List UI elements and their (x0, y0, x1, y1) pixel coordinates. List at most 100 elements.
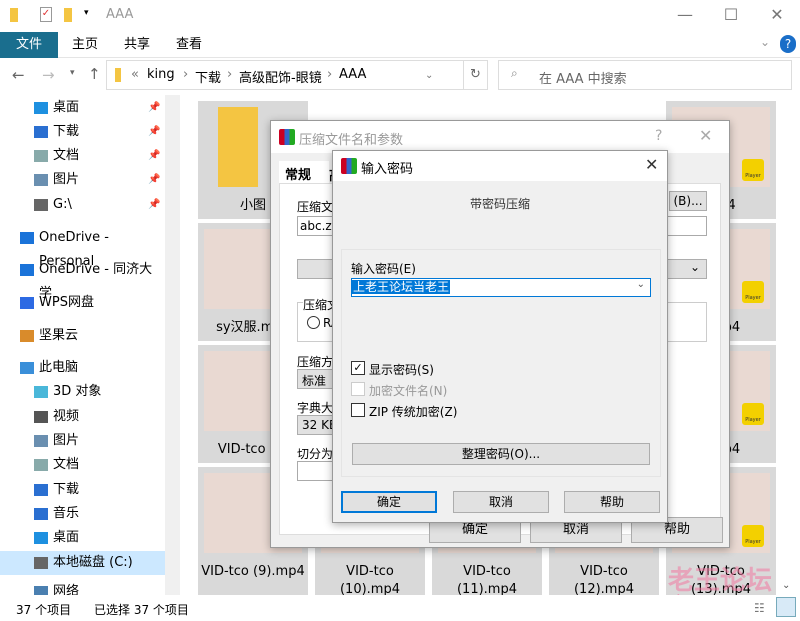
tab-general[interactable]: 常规 (279, 161, 329, 185)
nav-item[interactable]: 桌面 (0, 526, 165, 550)
pin-icon[interactable]: 📌 (148, 120, 160, 144)
breadcrumb-separator: › (227, 67, 233, 82)
desktop-icon (34, 532, 48, 544)
address-bar[interactable]: « king › 下载 › 高级配饰-眼镜 › AAA ⌄ ↻ (106, 60, 488, 90)
password-input[interactable]: 上老王论坛当老王 ⌄ (351, 278, 651, 297)
nav-item-label: 下载 (53, 482, 80, 497)
nav-item[interactable]: 文档 📌 (0, 144, 165, 168)
close-icon[interactable]: ✕ (645, 155, 658, 174)
address-overflow[interactable]: « (131, 67, 139, 82)
recent-dropdown-icon[interactable]: ▾ (70, 68, 75, 78)
file-name: VID-tco (10).mp4 (339, 564, 400, 595)
show-password-checkbox[interactable]: ✓ (351, 361, 365, 375)
nav-item-label: 此电脑 (39, 360, 79, 375)
ok-button[interactable]: 确定 (341, 491, 437, 513)
organize-passwords-button[interactable]: 整理密码(O)... (352, 443, 650, 465)
nav-item[interactable]: OneDrive - 同济大学 (0, 258, 165, 301)
new-folder-icon[interactable] (64, 8, 72, 22)
nav-item[interactable]: WPS网盘 (0, 291, 165, 315)
nav-item[interactable]: 坚果云 (0, 324, 165, 348)
file-name: VID-tco (9).mp4 (201, 564, 305, 579)
breadcrumb-king[interactable]: king (147, 67, 175, 82)
nav-item[interactable]: 3D 对象 (0, 380, 165, 404)
breadcrumb-downloads[interactable]: 下载 (195, 67, 221, 86)
up-button[interactable]: ↑ (88, 65, 101, 83)
picture-icon (34, 174, 48, 186)
nav-item[interactable]: 网络 (0, 580, 165, 595)
encrypt-filenames-label: 加密文件名(N) (369, 384, 448, 398)
pin-icon[interactable]: 📌 (148, 96, 160, 120)
nav-item[interactable]: 视频 (0, 405, 165, 429)
nav-item[interactable]: 图片 📌 (0, 168, 165, 192)
back-button[interactable]: ← (12, 66, 25, 84)
details-view-button[interactable]: ☷ (754, 601, 765, 615)
help-icon[interactable]: ? (780, 35, 796, 53)
tab-share[interactable]: 共享 (110, 32, 164, 58)
content-scroll-down[interactable]: ⌄ (782, 580, 790, 591)
quick-access-dropdown-icon[interactable]: ▾ (84, 8, 89, 18)
folder-icon (218, 107, 258, 187)
cancel-button[interactable]: 取消 (453, 491, 549, 513)
nav-item-label: 网络 (53, 584, 80, 595)
pin-icon[interactable]: 📌 (148, 144, 160, 168)
show-password-label: 显示密码(S) (369, 363, 434, 377)
nav-item[interactable]: 桌面 📌 (0, 96, 165, 120)
properties-icon[interactable]: ✓ (40, 7, 52, 22)
dialog-close-button[interactable]: ✕ (699, 126, 712, 145)
password-dialog: 输入密码 ✕ 带密码压缩 输入密码(E) 上老王论坛当老王 ⌄ ✓ 显示密码(S… (332, 150, 668, 523)
nav-item[interactable]: G:\ 📌 (0, 193, 165, 217)
nav-item[interactable]: OneDrive - Personal (0, 226, 165, 269)
player-badge: Player (742, 525, 764, 547)
player-badge: Player (742, 281, 764, 303)
encrypt-filenames-checkbox[interactable] (351, 382, 365, 396)
maximize-button[interactable]: ☐ (708, 0, 754, 30)
music-icon (34, 508, 48, 520)
nav-item-label: 坚果云 (39, 328, 79, 343)
password-history-dropdown-icon[interactable]: ⌄ (637, 279, 645, 290)
nav-item[interactable]: 音乐 (0, 502, 165, 526)
nav-item[interactable]: 此电脑 (0, 356, 165, 380)
breadcrumb-aaa[interactable]: AAA (339, 67, 366, 82)
video-icon (34, 411, 48, 423)
breadcrumb-separator: › (183, 67, 189, 82)
breadcrumb-glasses[interactable]: 高级配饰-眼镜 (239, 67, 322, 86)
ribbon-expand-icon[interactable]: ⌄ (760, 35, 770, 49)
nav-item[interactable]: 下载 (0, 478, 165, 502)
zip-legacy-checkbox[interactable] (351, 403, 365, 417)
tab-view[interactable]: 查看 (162, 32, 216, 58)
search-input[interactable]: ⌕ 在 AAA 中搜索 (498, 60, 792, 90)
dialog-caption: 压缩文件名和参数 ? ✕ (271, 121, 729, 153)
tab-file[interactable]: 文件 (0, 32, 58, 58)
cloud-icon (20, 264, 34, 276)
nav-item[interactable]: 文档 (0, 453, 165, 477)
large-icons-view-button[interactable] (776, 597, 796, 617)
pin-icon[interactable]: 📌 (148, 168, 160, 192)
nav-item[interactable]: 下载 📌 (0, 120, 165, 144)
nav-item[interactable]: 本地磁盘 (C:) (0, 551, 165, 575)
nutstore-icon (20, 330, 34, 342)
search-icon: ⌕ (511, 66, 518, 80)
nav-item-label: 图片 (53, 172, 80, 187)
nav-item-label: 桌面 (53, 100, 80, 115)
nav-item-label: 桌面 (53, 530, 80, 545)
picture-icon (34, 435, 48, 447)
refresh-button[interactable]: ↻ (463, 61, 481, 89)
file-name: VID-tco (11).mp4 (456, 564, 517, 595)
document-icon (34, 459, 48, 471)
close-button[interactable]: ✕ (754, 0, 800, 30)
help-button[interactable]: 帮助 (564, 491, 660, 513)
archive-name-label: 压缩文 (297, 200, 334, 214)
nav-scrollbar[interactable] (165, 95, 180, 595)
forward-button[interactable]: → (42, 66, 55, 84)
pin-icon[interactable]: 📌 (148, 193, 160, 217)
rar-radio[interactable] (307, 316, 320, 329)
nav-item-label: 本地磁盘 (C:) (53, 555, 133, 570)
nav-item[interactable]: 图片 (0, 429, 165, 453)
minimize-button[interactable]: — (662, 0, 708, 30)
tab-home[interactable]: 主页 (58, 32, 112, 58)
address-dropdown-icon[interactable]: ⌄ (425, 70, 433, 81)
nav-item-label: WPS网盘 (39, 295, 94, 310)
dialog-help-button[interactable]: ? (655, 128, 662, 144)
nav-item-label: 3D 对象 (53, 384, 102, 399)
browse-button[interactable]: (B)... (669, 191, 707, 211)
